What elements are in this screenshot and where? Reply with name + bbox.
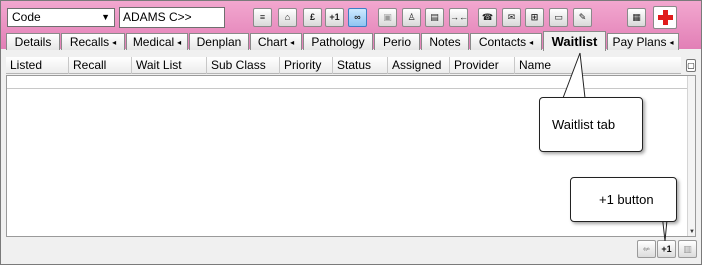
patient-window: Code ▼ ADAMS C>> ≡ ⌂ £ +1 ∞ ▣ ♙ ▤ →← ☎ ✉… <box>0 0 702 265</box>
tab-waitlist[interactable]: Waitlist <box>543 31 606 51</box>
callout-waitlist-tab: Waitlist tab <box>539 97 643 152</box>
callout-plus-one-button: +1 button <box>570 177 677 222</box>
